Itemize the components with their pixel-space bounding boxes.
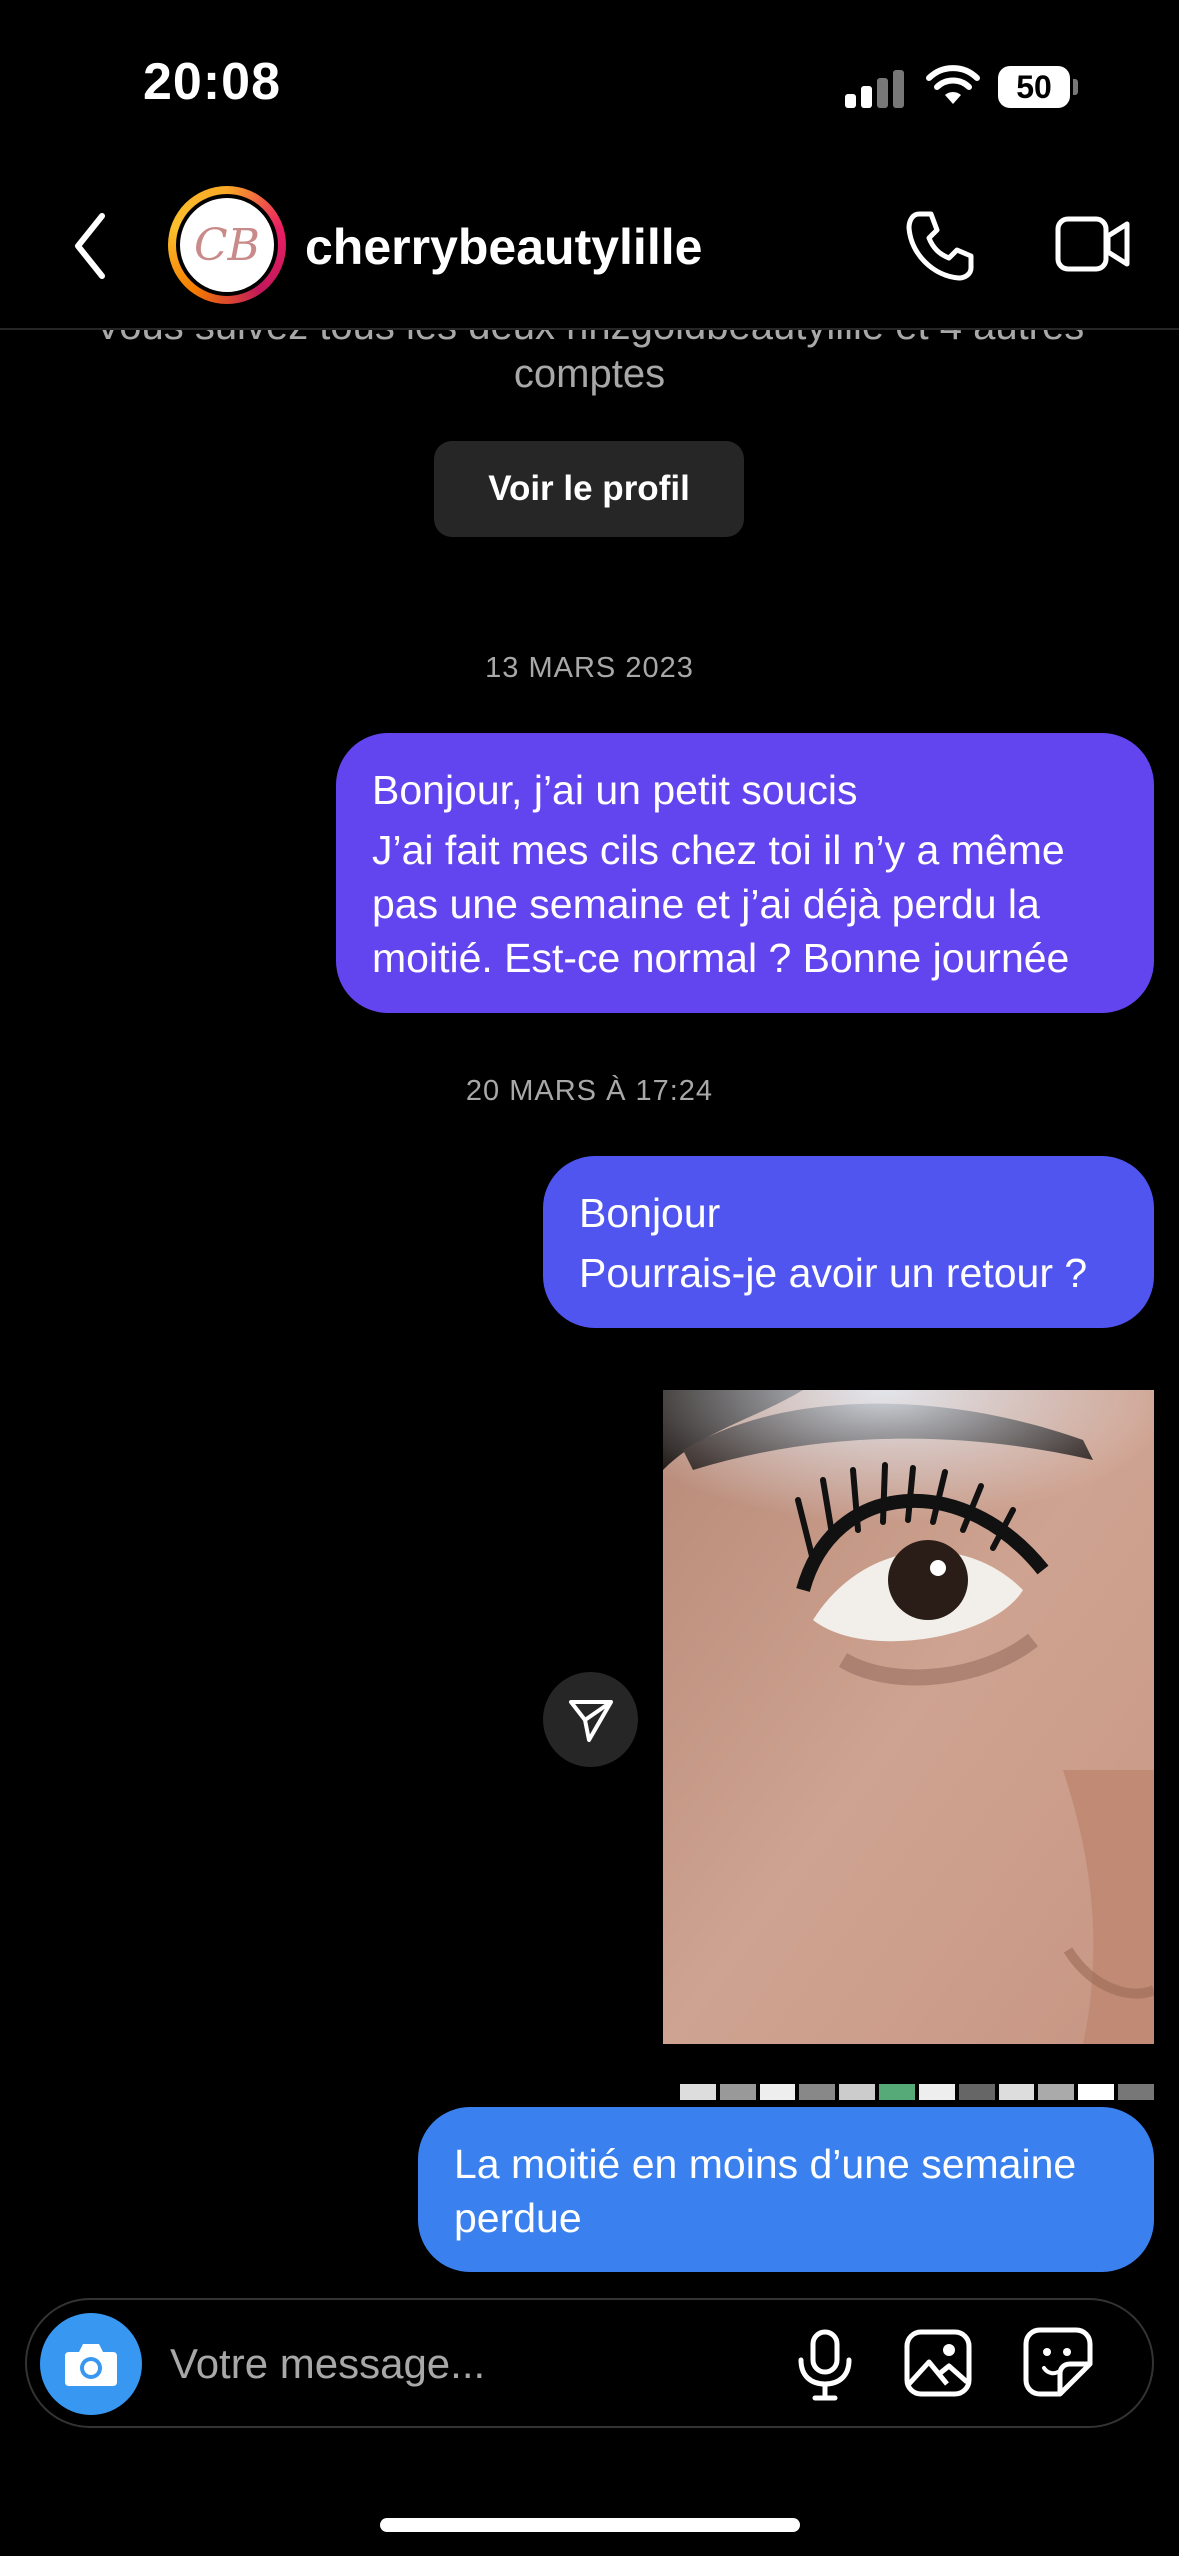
mutual-followers-line-2: comptes xyxy=(513,352,666,396)
sticker-icon[interactable] xyxy=(1022,2326,1094,2398)
date-separator: 13 MARS 2023 xyxy=(485,652,694,684)
message-line: Pourrais-je avoir un retour ? xyxy=(579,1250,1088,1296)
sent-message-bubble[interactable]: Bonjour, j’ai un petit soucis J’ai fait … xyxy=(336,733,1154,1013)
camera-button[interactable] xyxy=(40,2313,142,2415)
eye-photo-image xyxy=(663,1390,1154,2044)
sent-message-bubble[interactable]: Bonjour Pourrais-je avoir un retour ? xyxy=(543,1156,1154,1328)
wifi-icon xyxy=(926,65,980,104)
photo-thumbnail-strip xyxy=(680,2084,1154,2100)
battery-cap xyxy=(1073,79,1078,95)
microphone-icon[interactable] xyxy=(795,2328,855,2402)
message-line: J’ai fait mes cils chez toi il n’y a mêm… xyxy=(372,827,1065,873)
video-camera-icon[interactable] xyxy=(1055,214,1131,274)
image-icon[interactable] xyxy=(903,2328,973,2398)
view-profile-button[interactable]: Voir le profil xyxy=(434,441,744,537)
battery-level: 50 xyxy=(1016,68,1052,105)
avatar[interactable]: CB xyxy=(176,194,278,296)
date-separator: 20 MARS À 17:24 xyxy=(465,1075,714,1107)
message-line: Bonjour xyxy=(579,1190,721,1236)
sent-photo[interactable] xyxy=(663,1390,1154,2044)
share-button[interactable] xyxy=(543,1672,638,1767)
camera-icon xyxy=(65,2344,117,2386)
message-line: pas une semaine et j’ai déjà perdu la xyxy=(372,881,1040,927)
phone-icon[interactable] xyxy=(905,210,975,282)
cellular-signal-icon xyxy=(845,68,905,108)
message-line: moitié. Est-ce normal ? Bonne journée xyxy=(372,935,1070,981)
status-time: 20:08 xyxy=(143,53,281,111)
message-line: Bonjour, j’ai un petit soucis xyxy=(372,767,858,813)
message-input[interactable] xyxy=(168,2325,772,2403)
message-line: La moitié en moins d’une semaine xyxy=(454,2141,1077,2187)
mutual-followers-line-1: Vous suivez tous les deux nnzgoldbeautyl… xyxy=(0,330,1179,350)
chat-username[interactable]: cherrybeautylille xyxy=(305,218,702,276)
avatar-initials: CB xyxy=(194,219,260,271)
mutual-followers-text: Vous suivez tous les deux nnzgoldbeautyl… xyxy=(0,330,1179,410)
message-line: perdue xyxy=(454,2195,582,2241)
sent-message-bubble[interactable]: La moitié en moins d’une semaine perdue xyxy=(418,2107,1154,2272)
send-icon xyxy=(568,1699,613,1742)
battery-indicator: 50 xyxy=(998,66,1070,108)
home-indicator[interactable] xyxy=(380,2518,800,2532)
back-chevron-icon[interactable] xyxy=(70,210,110,282)
